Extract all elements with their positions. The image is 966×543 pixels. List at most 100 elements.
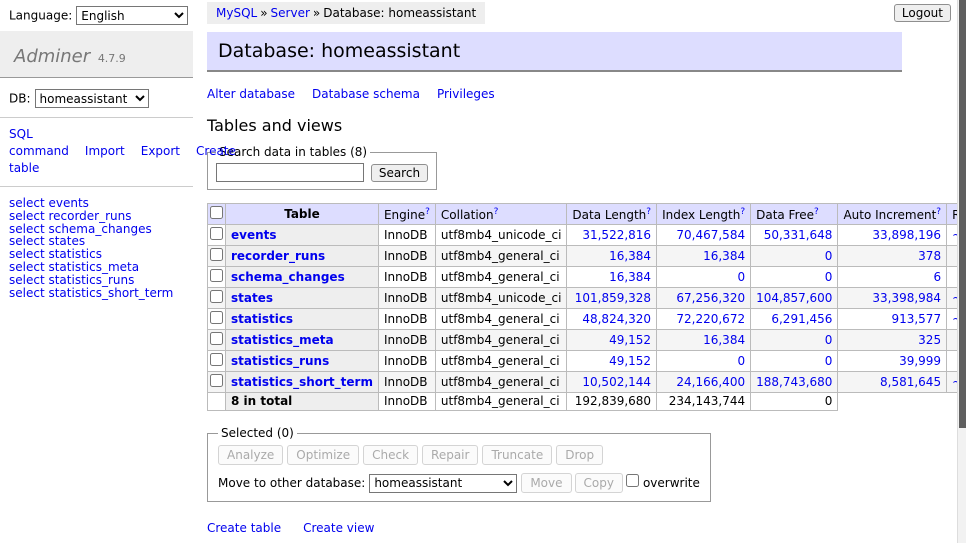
create-view-link[interactable]: Create view (303, 521, 374, 535)
truncate-button[interactable]: Truncate (482, 445, 552, 465)
data-free-cell: 0 (751, 246, 838, 267)
index-length-link[interactable]: 67,256,320 (676, 291, 745, 305)
row-checkbox[interactable] (210, 248, 223, 261)
sidebar-select-statistics-meta-link[interactable]: select statistics_meta (9, 261, 193, 274)
column-header-data-length: Data Length? (567, 204, 657, 225)
auto-increment-cell: 913,577 (838, 309, 947, 330)
data-free-link[interactable]: 50,331,648 (764, 228, 833, 242)
check-button[interactable]: Check (363, 445, 418, 465)
totals-empty-cell (208, 393, 226, 411)
index-length-cell: 72,220,672 (657, 309, 751, 330)
auto-increment-link[interactable]: 8,581,645 (880, 375, 941, 389)
table-name-link[interactable]: statistics_meta (231, 333, 334, 347)
column-help-link[interactable]: ? (814, 207, 819, 217)
selected-buttons: AnalyzeOptimizeCheckRepairTruncateDrop (218, 445, 700, 465)
breadcrumb-server-link[interactable]: Server (271, 6, 310, 20)
data-free-link[interactable]: 0 (825, 354, 833, 368)
column-help-link[interactable]: ? (494, 207, 499, 217)
data-length-link[interactable]: 31,522,816 (582, 228, 651, 242)
index-length-link[interactable]: 0 (737, 270, 745, 284)
auto-increment-link[interactable]: 39,999 (899, 354, 941, 368)
move-button[interactable]: Move (521, 473, 571, 493)
data-length-link[interactable]: 16,384 (609, 249, 651, 263)
index-length-link[interactable]: 16,384 (703, 333, 745, 347)
optimize-button[interactable]: Optimize (287, 445, 359, 465)
scrollbar-thumb[interactable] (959, 0, 966, 428)
column-help-link[interactable]: ? (740, 207, 745, 217)
row-checkbox[interactable] (210, 290, 223, 303)
auto-increment-link[interactable]: 325 (918, 333, 941, 347)
row-checkbox[interactable] (210, 269, 223, 282)
data-free-link[interactable]: 6,291,456 (771, 312, 832, 326)
alter-database-link[interactable]: Alter database (207, 87, 295, 101)
logout-button[interactable]: Logout (894, 4, 951, 22)
data-length-link[interactable]: 10,502,144 (582, 375, 651, 389)
auto-increment-link[interactable]: 33,898,196 (872, 228, 941, 242)
sidebar-export-link[interactable]: Export (141, 144, 180, 158)
sidebar-select-recorder-runs-link[interactable]: select recorder_runs (9, 210, 193, 223)
column-header-collation: Collation? (435, 204, 567, 225)
sidebar-select-statistics-short-term-link[interactable]: select statistics_short_term (9, 287, 193, 300)
move-database-select[interactable]: homeassistant (369, 474, 517, 493)
auto-increment-link[interactable]: 378 (918, 249, 941, 263)
data-length-link[interactable]: 48,824,320 (582, 312, 651, 326)
auto-increment-link[interactable]: 6 (933, 270, 941, 284)
auto-increment-link[interactable]: 913,577 (891, 312, 941, 326)
data-free-link[interactable]: 0 (825, 249, 833, 263)
index-length-link[interactable]: 16,384 (703, 249, 745, 263)
data-free-link[interactable]: 0 (825, 333, 833, 347)
create-table-link[interactable]: Create table (207, 521, 281, 535)
analyze-button[interactable]: Analyze (218, 445, 283, 465)
sidebar-sql-command-link[interactable]: SQL command (9, 127, 69, 158)
index-length-link[interactable]: 70,467,584 (676, 228, 745, 242)
index-length-link[interactable]: 72,220,672 (676, 312, 745, 326)
sidebar-import-link[interactable]: Import (85, 144, 125, 158)
table-name-link[interactable]: schema_changes (231, 270, 345, 284)
breadcrumb-mysql-link[interactable]: MySQL (216, 6, 257, 20)
repair-button[interactable]: Repair (422, 445, 478, 465)
table-name-link[interactable]: statistics_runs (231, 354, 329, 368)
table-name-link[interactable]: events (231, 228, 277, 242)
table-name-link[interactable]: recorder_runs (231, 249, 325, 263)
table-name-link[interactable]: statistics (231, 312, 293, 326)
copy-button[interactable]: Copy (575, 473, 623, 493)
column-help-link[interactable]: ? (936, 207, 941, 217)
index-length-link[interactable]: 24,166,400 (676, 375, 745, 389)
row-checkbox[interactable] (210, 332, 223, 345)
engine-cell: InnoDB (378, 246, 435, 267)
auto-increment-link[interactable]: 33,398,984 (872, 291, 941, 305)
overwrite-checkbox[interactable] (626, 474, 639, 487)
column-help-link[interactable]: ? (425, 207, 430, 217)
page-scrollbar[interactable] (957, 0, 966, 543)
language-select[interactable]: English (76, 6, 188, 25)
data-free-link[interactable]: 104,857,600 (756, 291, 832, 305)
sidebar-select-statistics-runs-link[interactable]: select statistics_runs (9, 274, 193, 287)
data-length-link[interactable]: 16,384 (609, 270, 651, 284)
table-name-link[interactable]: states (231, 291, 273, 305)
row-checkbox[interactable] (210, 353, 223, 366)
data-length-link[interactable]: 49,152 (609, 333, 651, 347)
table-name-cell: states (226, 288, 379, 309)
row-checkbox[interactable] (210, 311, 223, 324)
create-links: Create table Create view (207, 521, 902, 535)
index-length-link[interactable]: 0 (737, 354, 745, 368)
row-checkbox[interactable] (210, 227, 223, 240)
drop-button[interactable]: Drop (556, 445, 603, 465)
search-input[interactable] (216, 163, 364, 182)
search-button[interactable]: Search (371, 164, 428, 182)
sidebar-select-events-link[interactable]: select events (9, 197, 193, 210)
data-free-link[interactable]: 0 (825, 270, 833, 284)
select-all-checkbox[interactable] (210, 206, 223, 219)
database-schema-link[interactable]: Database schema (312, 87, 420, 101)
data-length-link[interactable]: 49,152 (609, 354, 651, 368)
column-help-link[interactable]: ? (646, 207, 651, 217)
privileges-link[interactable]: Privileges (437, 87, 495, 101)
table-name-link[interactable]: statistics_short_term (231, 375, 373, 389)
row-checkbox[interactable] (210, 374, 223, 387)
data-free-cell: 0 (751, 267, 838, 288)
db-select[interactable]: homeassistant (35, 89, 149, 108)
data-length-link[interactable]: 101,859,328 (575, 291, 651, 305)
sidebar-actions: SQL commandImportExportCreate table (0, 118, 185, 186)
data-free-cell: 104,857,600 (751, 288, 838, 309)
data-free-link[interactable]: 188,743,680 (756, 375, 832, 389)
